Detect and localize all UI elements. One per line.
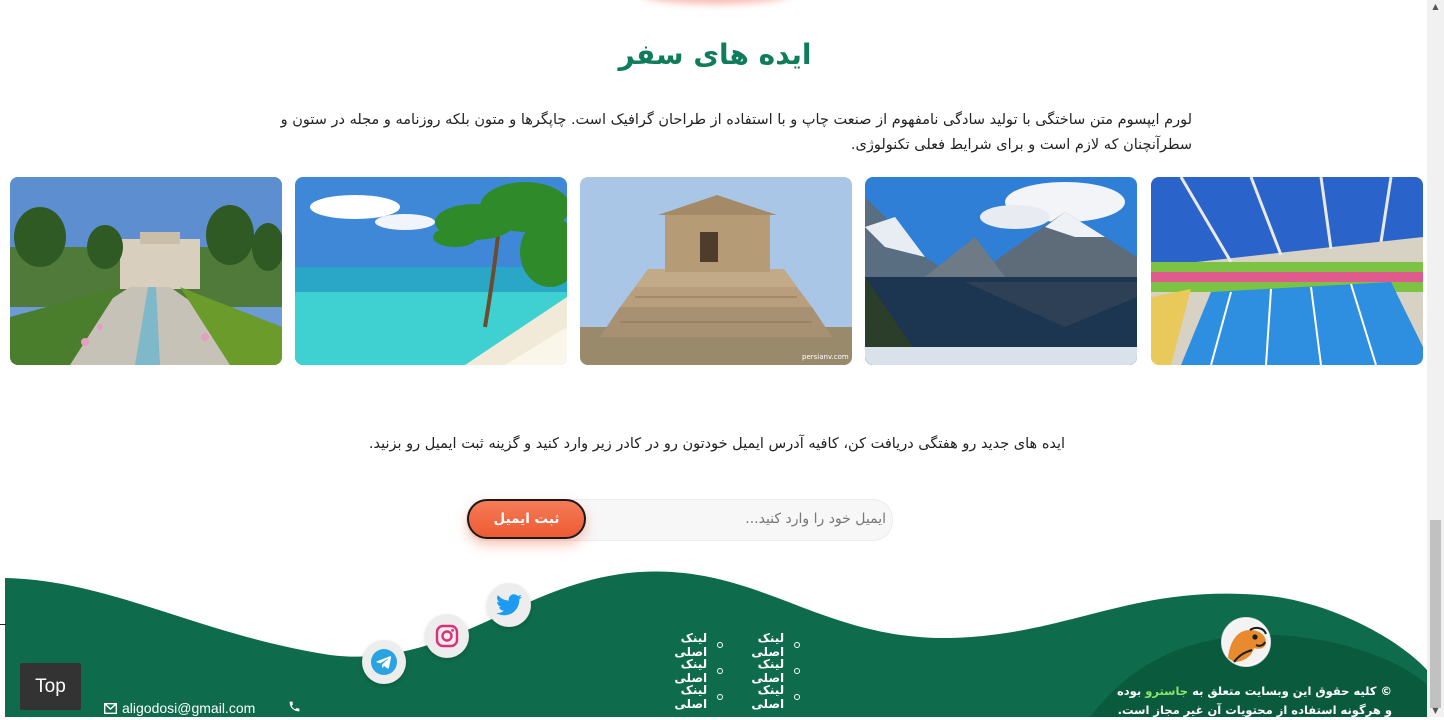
scroll-up-icon[interactable]: ▲ bbox=[1430, 2, 1441, 11]
copyright-text: © کلیه حقوق این وبسایت متعلق به جاسترو ب… bbox=[1110, 682, 1392, 720]
instagram-link[interactable] bbox=[425, 614, 469, 658]
gallery-card-pool[interactable] bbox=[1151, 177, 1423, 365]
twitter-icon bbox=[496, 594, 522, 616]
mountain-lake-image bbox=[865, 177, 1137, 365]
section-title: ایده های سفر bbox=[618, 38, 812, 71]
tomb-of-cyrus-image: persianv.com bbox=[580, 177, 852, 365]
pool-image bbox=[1151, 177, 1423, 365]
telegram-link[interactable] bbox=[362, 640, 406, 684]
back-to-top-button[interactable]: Top bbox=[20, 663, 81, 710]
brand-link[interactable]: جاسترو bbox=[1145, 684, 1188, 698]
footer-link[interactable]: لینک اصلی bbox=[646, 657, 723, 685]
footer-link[interactable]: لینک اصلی bbox=[646, 631, 723, 659]
footer-link[interactable]: لینک اصلی bbox=[723, 657, 800, 685]
section-intro: لورم ایپسوم متن ساختگی با تولید سادگی نا… bbox=[280, 112, 1192, 153]
scroll-down-icon[interactable]: ▼ bbox=[1430, 706, 1441, 715]
footer-links-row: لینک اصلی لینک اصلی bbox=[646, 683, 800, 711]
twitter-link[interactable] bbox=[487, 583, 531, 627]
gallery-card-tomb-of-cyrus[interactable]: persianv.com bbox=[580, 177, 852, 365]
footer-link[interactable]: لینک اصلی bbox=[723, 683, 800, 711]
contact-email[interactable]: aligodosi@gmail.com bbox=[104, 700, 255, 716]
contact-phone[interactable] bbox=[288, 700, 301, 717]
eram-garden-image bbox=[10, 177, 282, 365]
envelope-icon bbox=[104, 702, 117, 714]
scrollbar-thumb[interactable] bbox=[1430, 520, 1441, 708]
footer-link[interactable]: لینک اصلی bbox=[723, 631, 800, 659]
footer-link[interactable]: لینک اصلی bbox=[646, 683, 723, 711]
telegram-icon bbox=[371, 649, 397, 675]
instagram-icon bbox=[435, 624, 459, 648]
submit-email-button[interactable]: ثبت ایمیل bbox=[467, 499, 586, 539]
tropical-beach-image bbox=[295, 177, 567, 365]
footer-links-row: لینک اصلی لینک اصلی bbox=[646, 631, 800, 659]
email-input[interactable] bbox=[590, 500, 892, 538]
gallery-card-eram-garden[interactable] bbox=[10, 177, 282, 365]
newsletter-text: ایده های جدید رو هفتگی دریافت کن، کافیه … bbox=[368, 436, 1066, 452]
footer-links-row: لینک اصلی لینک اصلی bbox=[646, 657, 800, 685]
camel-logo-icon bbox=[1223, 619, 1269, 665]
copyright-prefix: © کلیه حقوق این وبسایت متعلق به bbox=[1192, 684, 1392, 698]
footer-links: لینک اصلی لینک اصلی لینک اصلی لینک اصلی … bbox=[646, 631, 800, 711]
watermark: persianv.com bbox=[802, 353, 849, 361]
contact-email-text: aligodosi@gmail.com bbox=[122, 700, 256, 716]
phone-icon bbox=[289, 701, 300, 712]
gallery-card-tropical-beach[interactable] bbox=[295, 177, 567, 365]
site-logo[interactable] bbox=[1221, 617, 1271, 667]
top-decoration bbox=[640, 0, 790, 4]
edge-mark bbox=[0, 624, 6, 625]
gallery-card-mountain-lake[interactable] bbox=[865, 177, 1137, 365]
